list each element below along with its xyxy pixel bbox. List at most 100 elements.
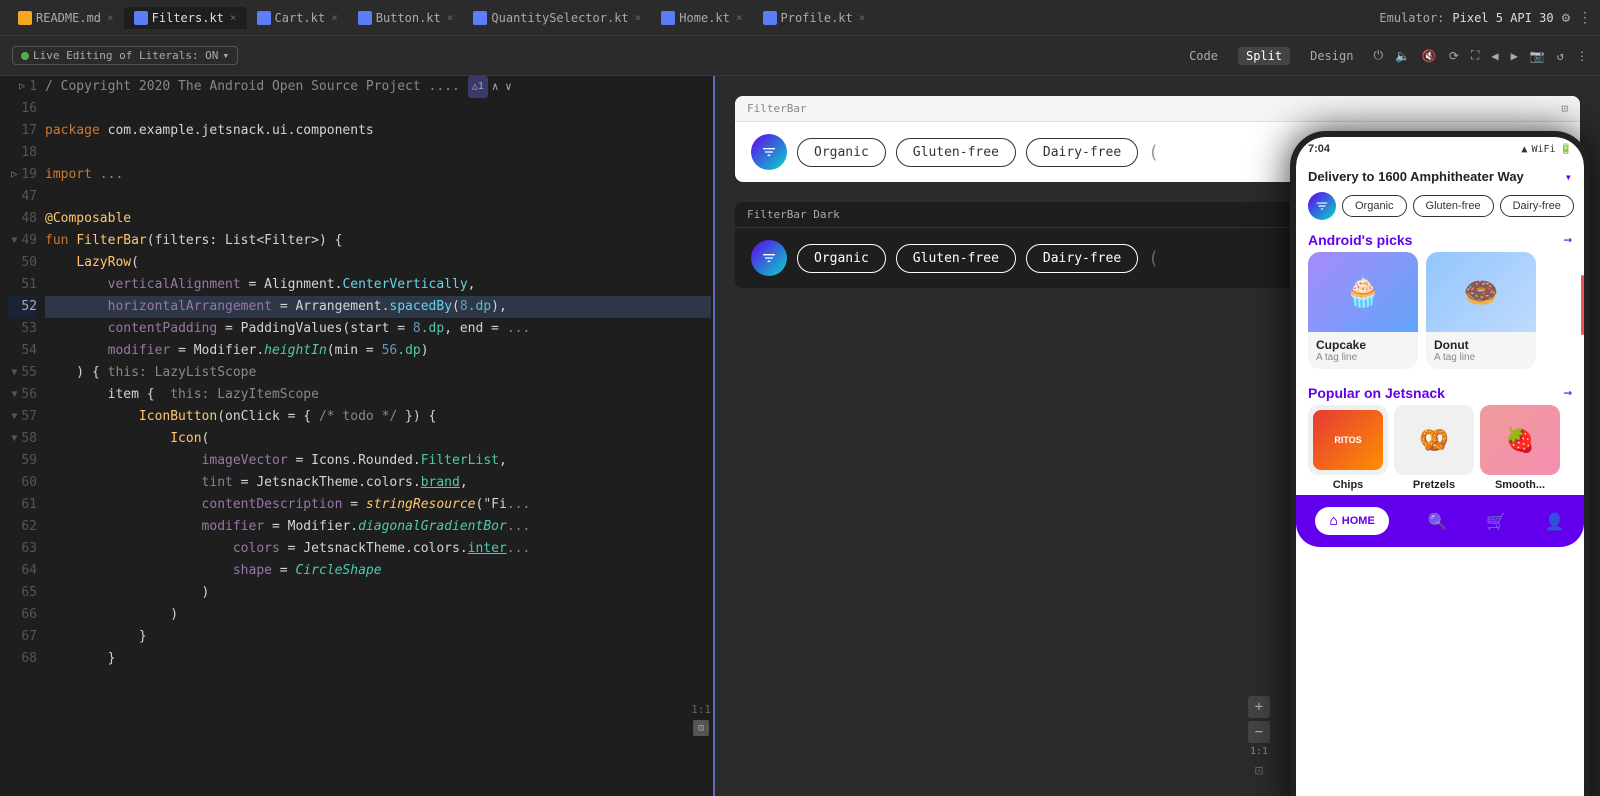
phone-chevron-icon[interactable]: ▾ <box>1565 170 1572 184</box>
tab-qtyselector[interactable]: QuantitySelector.kt × <box>463 7 651 29</box>
chip-organic-light[interactable]: Organic <box>797 138 886 167</box>
power-icon[interactable]: ⏻ <box>1373 48 1383 63</box>
phone-chip-dairyfree[interactable]: Dairy-free <box>1500 195 1574 217</box>
filter-icon-btn-light[interactable] <box>751 134 787 170</box>
phone-card-cupcake[interactable]: 🧁 Cupcake A tag line <box>1308 252 1418 369</box>
zoom-out-btn[interactable]: − <box>1248 721 1270 743</box>
code-line-59: imageVector = Icons.Rounded.FilterList, <box>45 450 711 472</box>
phone-signal-icon: ▲ <box>1521 144 1527 155</box>
tab-filters-label: Filters.kt <box>152 11 224 25</box>
gutter-collapse-57[interactable]: ▼ <box>11 406 17 428</box>
more2-icon[interactable]: ⋮ <box>1576 49 1588 63</box>
phone-popular-pretzels[interactable]: 🥨 Pretzels <box>1394 405 1474 491</box>
profile-icon <box>763 11 777 25</box>
tab-profile[interactable]: Profile.kt × <box>753 7 876 29</box>
code-line-65: ) <box>45 582 711 604</box>
volume-icon[interactable]: 🔈 <box>1395 49 1410 63</box>
tab-filters-close[interactable]: × <box>230 11 237 24</box>
tab-qtyselector-close[interactable]: × <box>635 11 642 24</box>
live-editing-toggle[interactable]: Live Editing of Literals: ON ▾ <box>12 46 238 65</box>
phone-screen: 7:04 ▲ WiFi 🔋 Delivery to 1600 Amphithea… <box>1296 137 1584 796</box>
line-num-19: 19 <box>21 164 37 186</box>
back-icon[interactable]: ◀ <box>1491 49 1498 63</box>
fullscreen-icon[interactable]: ⛶ <box>1471 48 1479 63</box>
editor-zoom-btn[interactable]: ⊡ <box>693 720 709 736</box>
phone-chip-organic[interactable]: Organic <box>1342 195 1407 217</box>
fwd-icon[interactable]: ▶ <box>1511 49 1518 63</box>
scroll-indicator <box>1581 275 1584 335</box>
phone-nav-cart[interactable]: 🛒 <box>1486 512 1506 531</box>
mute-icon[interactable]: 🔇 <box>1422 49 1437 63</box>
main-area: ▷ 1 16 17 18 ▷ 19 47 <box>0 76 1600 796</box>
phone-header[interactable]: Delivery to 1600 Amphitheater Way ▾ <box>1296 161 1584 188</box>
tab-cart[interactable]: Cart.kt × <box>247 7 348 29</box>
phone-nav-search[interactable]: 🔍 <box>1427 512 1447 531</box>
phone-nav-home[interactable]: ⌂ HOME <box>1315 507 1388 535</box>
tab-home-close[interactable]: × <box>736 11 743 24</box>
line-num-17: 17 <box>21 120 37 142</box>
phone-filter-btn[interactable] <box>1308 192 1336 220</box>
pretzels-emoji: 🥨 <box>1419 426 1449 454</box>
line-num-48: 48 <box>21 208 37 230</box>
gutter-collapse-55[interactable]: ▼ <box>11 362 17 384</box>
gutter-collapse-58[interactable]: ▼ <box>11 428 17 450</box>
replay-icon[interactable]: ↺ <box>1557 49 1564 63</box>
tab-readme[interactable]: README.md × <box>8 7 124 29</box>
tab-button-close[interactable]: × <box>447 11 454 24</box>
phone-popular-smoothie[interactable]: 🍓 Smooth... <box>1480 405 1560 491</box>
tab-readme-close[interactable]: × <box>107 11 114 24</box>
chip-dairyfree-dark[interactable]: Dairy-free <box>1026 244 1138 273</box>
design-mode-btn[interactable]: Design <box>1302 47 1361 65</box>
tab-cart-close[interactable]: × <box>331 11 338 24</box>
readme-icon <box>18 11 32 25</box>
filter-icon-btn-dark[interactable] <box>751 240 787 276</box>
phone-popular-arrow[interactable]: → <box>1564 385 1572 401</box>
phone-popular-row: RITOS Chips 🥨 Pretzels <box>1296 405 1584 495</box>
tab-home[interactable]: Home.kt × <box>651 7 752 29</box>
phone-card-donut-img: 🍩 <box>1426 252 1536 332</box>
more-chips-dark: ( <box>1148 248 1159 269</box>
code-editor: ▷ 1 16 17 18 ▷ 19 47 <box>0 76 715 796</box>
code-area[interactable]: / Copyright 2020 The Android Open Source… <box>45 76 715 796</box>
chip-organic-dark[interactable]: Organic <box>797 244 886 273</box>
phone-home-label: HOME <box>1342 515 1375 527</box>
chip-glutenfree-dark[interactable]: Gluten-free <box>896 244 1016 273</box>
more-icon[interactable]: ⋮ <box>1578 10 1592 26</box>
phone-cart-icon: 🛒 <box>1486 512 1506 531</box>
zoom-label: 1:1 <box>1250 746 1268 757</box>
line-num-53: 53 <box>21 318 37 340</box>
tab-filters[interactable]: Filters.kt × <box>124 7 247 29</box>
phone-cards-row: 🧁 Cupcake A tag line 🍩 Donut A tag line <box>1296 252 1584 377</box>
phone-androids-picks-arrow[interactable]: → <box>1564 232 1572 248</box>
line-num-50: 50 <box>21 252 37 274</box>
phone-card-cupcake-info: Cupcake A tag line <box>1308 332 1418 369</box>
code-line-63: colors = JetsnackTheme.colors.inter... <box>45 538 711 560</box>
code-line-17: package com.example.jetsnack.ui.componen… <box>45 120 711 142</box>
line-num-18: 18 <box>21 142 37 164</box>
split-mode-btn[interactable]: Split <box>1238 47 1290 65</box>
tab-button[interactable]: Button.kt × <box>348 7 464 29</box>
code-line-53: contentPadding = PaddingValues(start = 8… <box>45 318 711 340</box>
phone-popular-chips[interactable]: RITOS Chips <box>1308 405 1388 491</box>
live-editing-label: Live Editing of Literals: ON <box>33 49 218 62</box>
phone-nav-profile[interactable]: 👤 <box>1545 512 1565 531</box>
gutter-collapse-56[interactable]: ▼ <box>11 384 17 406</box>
rotate-icon[interactable]: ⟳ <box>1449 49 1459 63</box>
gutter-collapse-49[interactable]: ▼ <box>11 230 17 252</box>
line-num-66: 66 <box>21 604 37 626</box>
chip-glutenfree-light[interactable]: Gluten-free <box>896 138 1016 167</box>
camera-icon[interactable]: 📷 <box>1530 49 1545 63</box>
code-line-60: tint = JetsnackTheme.colors.brand, <box>45 472 711 494</box>
code-line-68: } <box>45 648 711 670</box>
phone-filter-row: Organic Gluten-free Dairy-free <box>1296 188 1584 224</box>
tab-profile-close[interactable]: × <box>859 11 866 24</box>
settings-icon[interactable]: ⚙ <box>1562 10 1570 26</box>
zoom-fit-btn[interactable]: ⊡ <box>1248 760 1270 782</box>
phone-chip-glutenfree[interactable]: Gluten-free <box>1413 195 1494 217</box>
filter-list-icon <box>761 144 777 160</box>
code-mode-btn[interactable]: Code <box>1181 47 1226 65</box>
phone-card-donut[interactable]: 🍩 Donut A tag line <box>1426 252 1536 369</box>
zoom-in-btn[interactable]: + <box>1248 696 1270 718</box>
line-num-52: 52 <box>21 296 37 318</box>
chip-dairyfree-light[interactable]: Dairy-free <box>1026 138 1138 167</box>
